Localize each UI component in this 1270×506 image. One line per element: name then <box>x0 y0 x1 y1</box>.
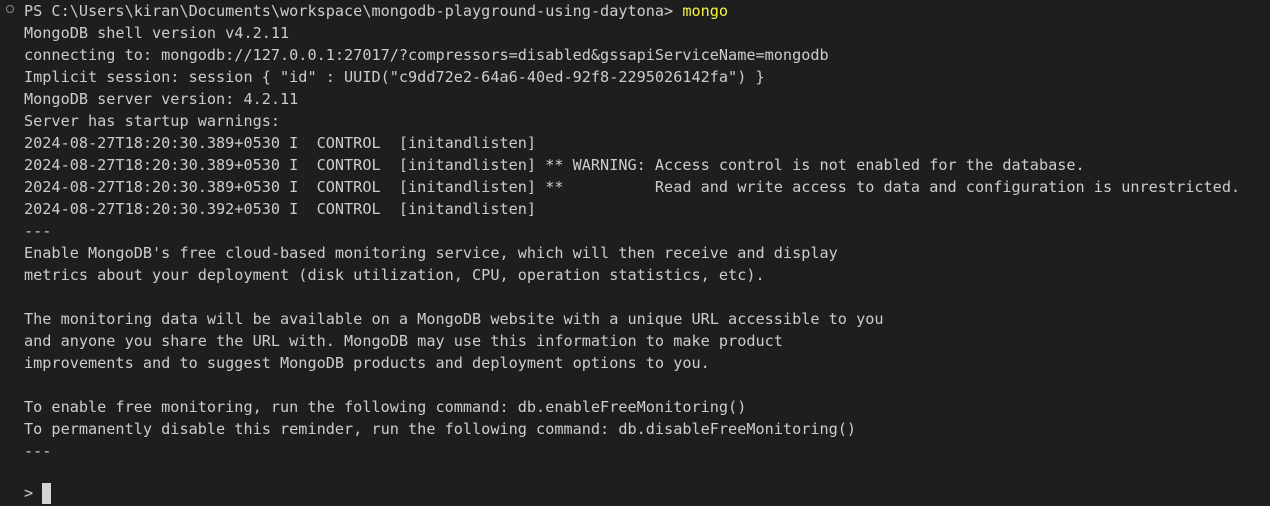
shell-prompt: > <box>24 484 34 502</box>
output-line: The monitoring data will be available on… <box>24 310 884 328</box>
terminal-panel[interactable]: PS C:\Users\kiran\Documents\workspace\mo… <box>0 0 1270 506</box>
output-line: connecting to: mongodb://127.0.0.1:27017… <box>24 46 829 64</box>
output-line: To permanently disable this reminder, ru… <box>24 420 857 438</box>
text-cursor <box>42 482 51 504</box>
entered-command: mongo <box>682 2 729 20</box>
output-line: --- <box>24 222 52 240</box>
output-line: MongoDB server version: 4.2.11 <box>24 90 299 108</box>
output-line: metrics about your deployment (disk util… <box>24 266 765 284</box>
command-prompt-line: PS C:\Users\kiran\Documents\workspace\mo… <box>24 0 728 22</box>
output-line: and anyone you share the URL with. Mongo… <box>24 332 783 350</box>
output-line: Implicit session: session { "id" : UUID(… <box>24 68 765 86</box>
prompt-path: PS C:\Users\kiran\Documents\workspace\mo… <box>24 2 683 20</box>
output-line: 2024-08-27T18:20:30.389+0530 I CONTROL [… <box>24 134 537 152</box>
output-line: Enable MongoDB's free cloud-based monito… <box>24 244 838 262</box>
output-line: 2024-08-27T18:20:30.389+0530 I CONTROL [… <box>24 178 1241 196</box>
output-line: MongoDB shell version v4.2.11 <box>24 24 290 42</box>
output-line: --- <box>24 442 52 460</box>
output-line: 2024-08-27T18:20:30.389+0530 I CONTROL [… <box>24 156 1085 174</box>
shell-input-line[interactable]: > <box>24 482 51 504</box>
output-line: Server has startup warnings: <box>24 112 281 130</box>
output-line: improvements and to suggest MongoDB prod… <box>24 354 710 372</box>
command-status-icon[interactable] <box>6 5 14 13</box>
output-line: 2024-08-27T18:20:30.392+0530 I CONTROL [… <box>24 200 537 218</box>
output-line: To enable free monitoring, run the follo… <box>24 398 747 416</box>
